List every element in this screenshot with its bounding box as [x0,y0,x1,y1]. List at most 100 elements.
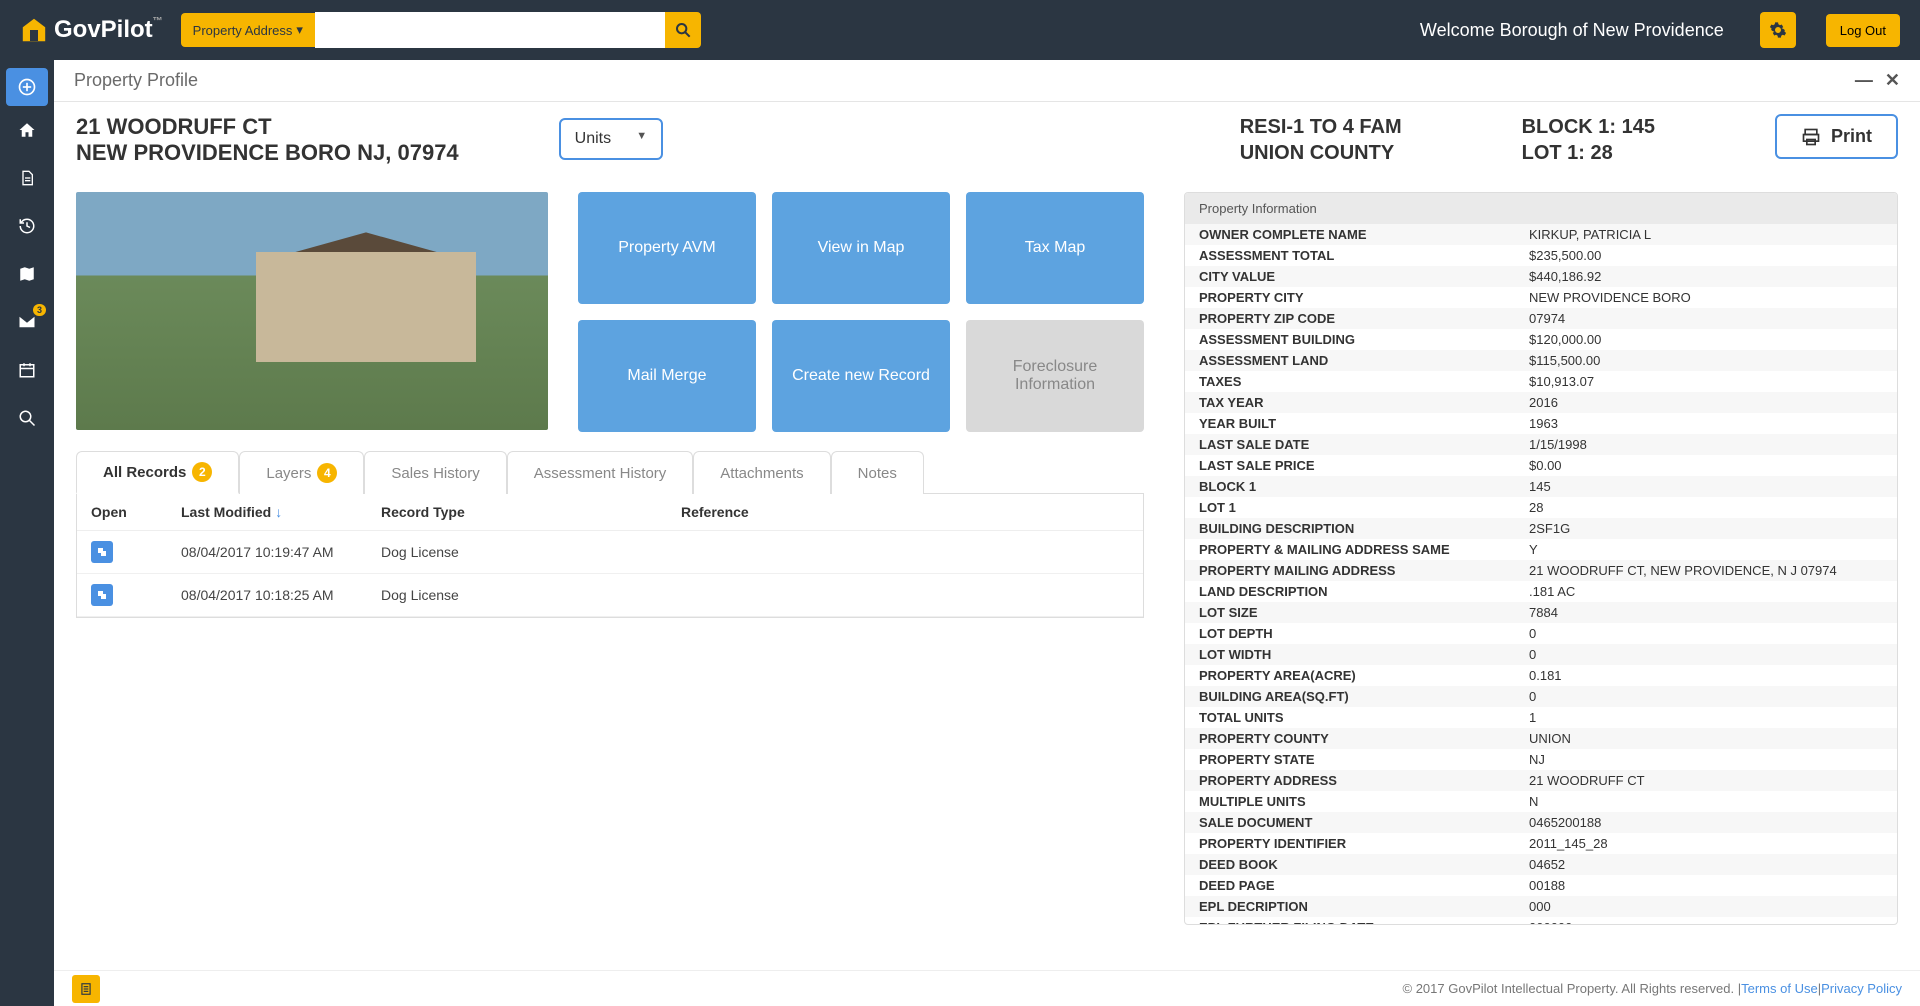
page-title: Property Profile [74,70,198,91]
search-icon [675,22,691,38]
info-value: NJ [1529,752,1883,767]
mail-merge-button[interactable]: Mail Merge [578,320,756,432]
info-row: LOT SIZE7884 [1185,602,1897,623]
tab-all-records[interactable]: All Records2 [76,451,239,494]
footer-copyright: © 2017 GovPilot Intellectual Property. A… [1403,981,1742,996]
foreclosure-info-button[interactable]: Foreclosure Information [966,320,1144,432]
info-row: CITY VALUE$440,186.92 [1185,266,1897,287]
search-button[interactable] [665,12,701,48]
search-input[interactable] [315,12,665,48]
info-label: LOT WIDTH [1199,647,1529,662]
tab-layers[interactable]: Layers4 [239,451,364,494]
info-value: 1 [1529,710,1883,725]
info-row: LAND DESCRIPTION.181 AC [1185,581,1897,602]
info-label: PROPERTY ADDRESS [1199,773,1529,788]
info-row: DEED PAGE00188 [1185,875,1897,896]
info-row: YEAR BUILT1963 [1185,413,1897,434]
sidebar-item-map[interactable] [0,250,54,298]
sidebar-item-mail[interactable]: 3 [0,298,54,346]
info-value: 07974 [1529,311,1883,326]
info-label: BUILDING DESCRIPTION [1199,521,1529,536]
home-icon [18,121,36,139]
calendar-icon [18,361,36,379]
info-value: UNION [1529,731,1883,746]
open-record-button[interactable] [91,584,113,606]
info-row: PROPERTY & MAILING ADDRESS SAMEY [1185,539,1897,560]
info-label: DEED BOOK [1199,857,1529,872]
property-avm-button[interactable]: Property AVM [578,192,756,304]
view-in-map-button[interactable]: View in Map [772,192,950,304]
info-row: LOT WIDTH0 [1185,644,1897,665]
terms-link[interactable]: Terms of Use [1741,981,1818,996]
logout-button[interactable]: Log Out [1826,14,1900,47]
create-new-record-button[interactable]: Create new Record [772,320,950,432]
property-info-body[interactable]: OWNER COMPLETE NAMEKIRKUP, PATRICIA LASS… [1185,224,1897,924]
tab-attachments[interactable]: Attachments [693,451,830,494]
col-header-type[interactable]: Record Type [381,504,681,520]
info-label: EPL DECRIPTION [1199,899,1529,914]
records-table: Open Last Modified↓ Record Type Referenc… [76,494,1144,618]
sidebar-item-search[interactable] [0,394,54,442]
info-value: 2011_145_28 [1529,836,1883,851]
units-dropdown[interactable]: Units [559,118,663,160]
minimize-button[interactable]: — [1855,70,1873,91]
logo-text: GovPilot™ [54,16,163,44]
col-header-modified[interactable]: Last Modified↓ [181,504,381,520]
property-info-panel: Property Information OWNER COMPLETE NAME… [1184,192,1898,925]
footer-doc-button[interactable] [72,975,100,1003]
sidebar: 3 [0,60,54,1006]
info-label: TAX YEAR [1199,395,1529,410]
open-record-button[interactable] [91,541,113,563]
tab-sales-history[interactable]: Sales History [364,451,506,494]
info-value: $120,000.00 [1529,332,1883,347]
info-label: PROPERTY & MAILING ADDRESS SAME [1199,542,1529,557]
property-image [76,192,548,430]
history-icon [18,217,36,235]
info-value: 04652 [1529,857,1883,872]
info-label: BLOCK 1 [1199,479,1529,494]
sidebar-item-home[interactable] [0,106,54,154]
info-row: ASSESSMENT LAND$115,500.00 [1185,350,1897,371]
info-value: .181 AC [1529,584,1883,599]
info-value: 000000 [1529,920,1883,924]
logo[interactable]: GovPilot™ [20,16,163,44]
close-button[interactable]: ✕ [1885,70,1900,91]
info-value: Y [1529,542,1883,557]
record-tabs: All Records2 Layers4 Sales History Asses… [76,450,1144,494]
info-label: PROPERTY ZIP CODE [1199,311,1529,326]
all-records-count: 2 [192,462,212,482]
caret-down-icon: ▾ [296,22,303,38]
col-header-open[interactable]: Open [91,504,181,520]
settings-button[interactable] [1760,12,1796,48]
cell-modified: 08/04/2017 10:19:47 AM [181,544,381,560]
info-value: 0 [1529,626,1883,641]
info-row: PROPERTY AREA(ACRE)0.181 [1185,665,1897,686]
info-label: PROPERTY COUNTY [1199,731,1529,746]
sidebar-item-add[interactable] [6,68,48,106]
sidebar-item-document[interactable] [0,154,54,202]
tab-notes[interactable]: Notes [831,451,924,494]
cell-type: Dog License [381,544,681,560]
info-label: PROPERTY IDENTIFIER [1199,836,1529,851]
info-label: LAND DESCRIPTION [1199,584,1529,599]
logo-icon [20,16,48,44]
layers-count: 4 [317,463,337,483]
info-value: 1/15/1998 [1529,437,1883,452]
print-button[interactable]: Print [1775,114,1898,159]
info-row: ASSESSMENT BUILDING$120,000.00 [1185,329,1897,350]
gear-icon [1769,21,1787,39]
info-label: BUILDING AREA(SQ.FT) [1199,689,1529,704]
col-header-reference[interactable]: Reference [681,504,1129,520]
info-label: MULTIPLE UNITS [1199,794,1529,809]
address-type-dropdown[interactable]: Property Address ▾ [181,13,315,47]
tax-map-button[interactable]: Tax Map [966,192,1144,304]
info-row: PROPERTY COUNTYUNION [1185,728,1897,749]
topbar: GovPilot™ Property Address ▾ Welcome Bor… [0,0,1920,60]
sidebar-item-calendar[interactable] [0,346,54,394]
info-label: ASSESSMENT TOTAL [1199,248,1529,263]
info-value: 000 [1529,899,1883,914]
tab-assessment-history[interactable]: Assessment History [507,451,694,494]
info-label: YEAR BUILT [1199,416,1529,431]
privacy-link[interactable]: Privacy Policy [1821,981,1902,996]
sidebar-item-history[interactable] [0,202,54,250]
